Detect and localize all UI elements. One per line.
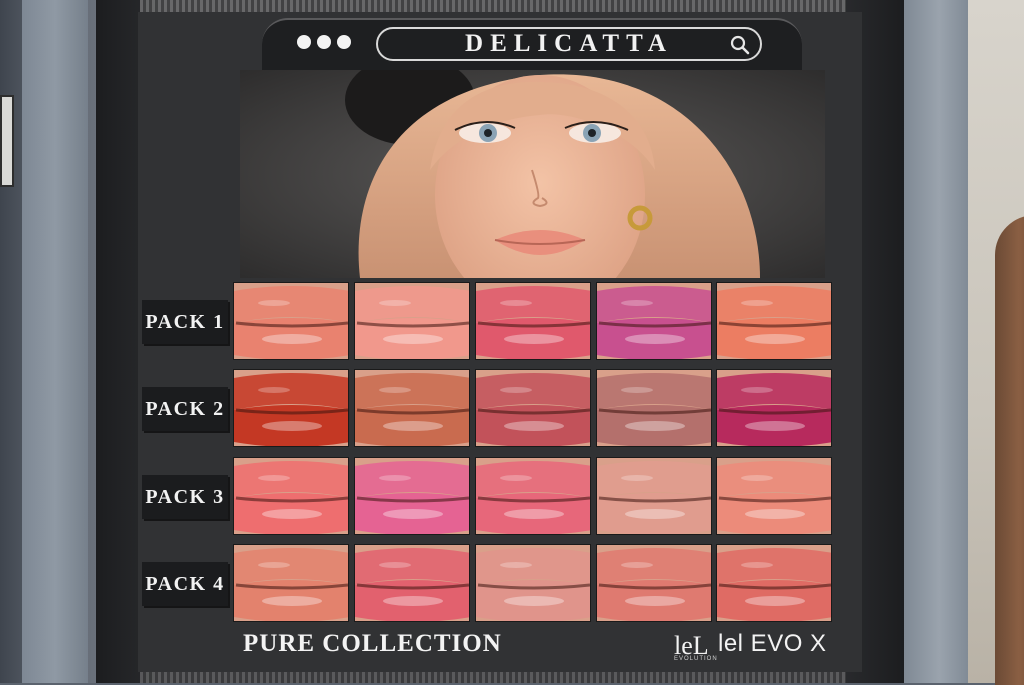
lip-icon: [717, 283, 831, 359]
lel-logo-subtext: EVOLUTION: [674, 656, 718, 662]
lip-icon: [717, 370, 831, 446]
lip-icon: [234, 458, 348, 534]
lip-icon: [234, 545, 348, 621]
lip-swatch[interactable]: [596, 369, 712, 447]
lip-swatch[interactable]: [596, 457, 712, 535]
lip-swatch[interactable]: [716, 369, 832, 447]
brand-name: DELICATTA: [465, 30, 673, 57]
lip-icon: [476, 545, 590, 621]
lip-swatch[interactable]: [354, 457, 470, 535]
lip-icon: [597, 283, 711, 359]
dot-icon: [337, 35, 351, 49]
lip-swatch[interactable]: [716, 282, 832, 360]
lip-swatch[interactable]: [233, 457, 349, 535]
lip-swatch[interactable]: [354, 369, 470, 447]
lip-swatch[interactable]: [596, 282, 712, 360]
lip-icon: [597, 545, 711, 621]
left-pillar: [22, 0, 88, 683]
window-dots: [297, 35, 351, 49]
pack-label-2[interactable]: PACK 2: [142, 387, 228, 431]
lip-icon: [597, 370, 711, 446]
lip-swatch[interactable]: [475, 544, 591, 622]
top-curtain-strip: [140, 0, 846, 12]
lip-icon: [355, 283, 469, 359]
lip-swatch[interactable]: [716, 544, 832, 622]
pack-label-4[interactable]: PACK 4: [142, 562, 228, 606]
lip-swatch[interactable]: [475, 457, 591, 535]
lip-swatch[interactable]: [233, 369, 349, 447]
lip-icon: [717, 545, 831, 621]
lip-icon: [355, 545, 469, 621]
lip-icon: [234, 370, 348, 446]
lip-icon: [597, 458, 711, 534]
lip-icon: [355, 458, 469, 534]
lip-swatch[interactable]: [596, 544, 712, 622]
dot-icon: [297, 35, 311, 49]
dot-icon: [317, 35, 331, 49]
lel-evo-x-label: lel EVO X: [718, 630, 827, 657]
lip-icon: [476, 370, 590, 446]
lip-swatch[interactable]: [475, 369, 591, 447]
lip-swatch[interactable]: [354, 282, 470, 360]
pack-label-1[interactable]: PACK 1: [142, 300, 228, 344]
search-bar[interactable]: DELICATTA: [376, 27, 762, 61]
lip-swatch[interactable]: [233, 544, 349, 622]
lip-swatch[interactable]: [233, 282, 349, 360]
lip-swatch[interactable]: [716, 457, 832, 535]
lip-icon: [476, 458, 590, 534]
search-icon[interactable]: [730, 35, 750, 55]
lip-icon: [476, 283, 590, 359]
pack-label-3[interactable]: PACK 3: [142, 475, 228, 519]
left-picture-frame: [0, 95, 14, 187]
right-pillar: [904, 0, 968, 683]
lip-icon: [355, 370, 469, 446]
lip-icon: [717, 458, 831, 534]
portrait-illustration: [240, 70, 825, 278]
collection-title: PURE COLLECTION: [243, 630, 502, 657]
bottom-curtain-strip: [140, 672, 846, 683]
lip-icon: [234, 283, 348, 359]
wooden-door: [995, 215, 1024, 685]
lip-swatch[interactable]: [475, 282, 591, 360]
model-portrait[interactable]: [240, 70, 825, 278]
lip-swatch[interactable]: [354, 544, 470, 622]
